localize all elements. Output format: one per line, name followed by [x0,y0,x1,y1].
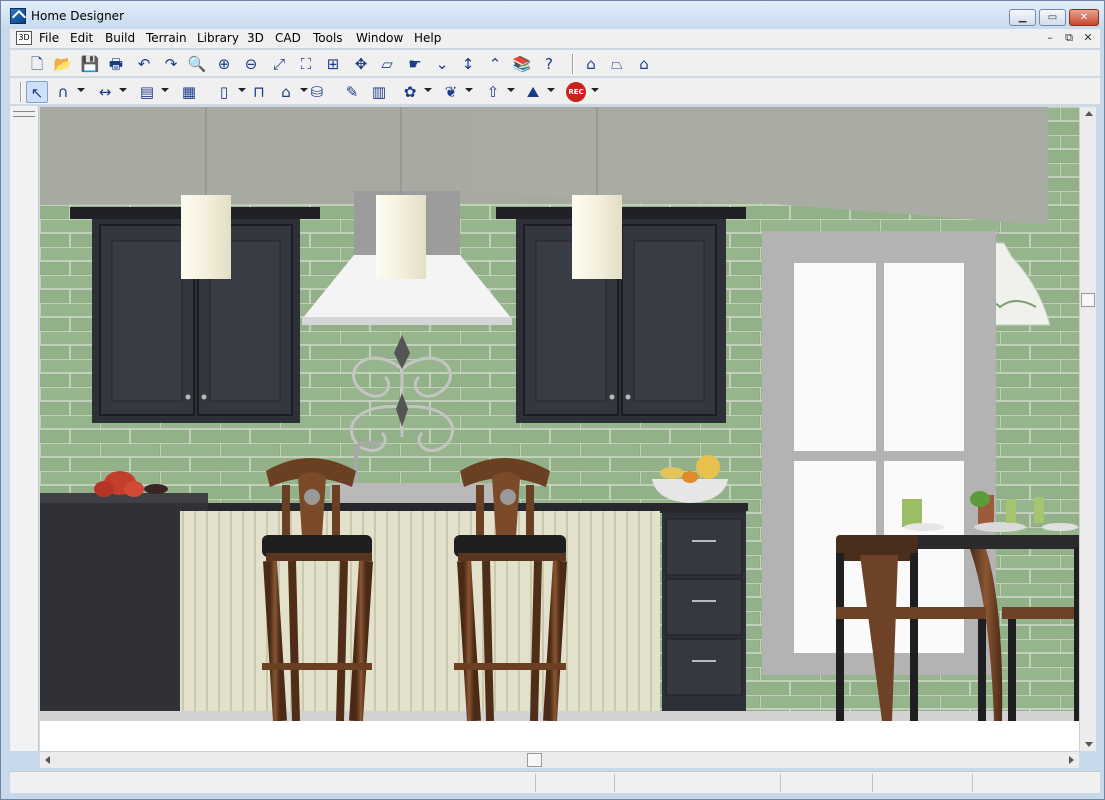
standard-toolbar: 🗋 📂 💾 🖶 ↶ ↷ 🔍 ⊕ ⊖ ⤢ ⛶ ⊞ ✥ ▱ ☛ ⌄ ↕ ⌃ 📚? ⌂ ⏢ ⌂ [10,50,1100,77]
zoom-out-icon[interactable]: ⊖ [240,53,262,75]
view-bottom-margin [40,721,1079,751]
menu-window[interactable]: Window [356,31,403,45]
doc-minimize-button[interactable]: – [1041,30,1059,47]
draw-wall-icon[interactable]: ∩ [52,81,74,103]
menu-cad[interactable]: CAD [275,31,301,45]
dimension-icon[interactable]: ↔ [94,81,116,103]
print-icon[interactable]: 🖶 [105,53,127,75]
arrow-up-icon[interactable]: ⇧ [482,81,504,103]
menu-bar: 3D File Edit Build Terrain Library 3D CA… [10,29,1100,49]
menu-file[interactable]: File [39,31,59,45]
overview-icon[interactable]: ⏢ [606,53,628,75]
scroll-right-arrow-icon[interactable] [1069,756,1074,764]
vertical-scrollbar[interactable] [1079,107,1096,751]
save-icon[interactable]: 💾 [79,53,101,75]
menu-edit[interactable]: Edit [70,31,93,45]
status-pane [535,774,536,792]
pan-icon[interactable]: ✥ [350,53,372,75]
height-icon[interactable]: ↕ [457,53,479,75]
horizontal-scroll-thumb[interactable] [527,753,542,767]
zoom-box-icon[interactable]: ⤢ [268,53,290,75]
chevron-down-icon[interactable] [161,88,169,92]
open-folder-icon[interactable]: 📂 [52,53,74,75]
ruler-panel [10,106,39,751]
menu-3d[interactable]: 3D [247,31,264,45]
horizontal-scrollbar[interactable] [40,751,1079,768]
help-icon[interactable]: ? [538,53,560,75]
zoom-in-icon[interactable]: ⊕ [213,53,235,75]
status-pane [872,774,873,792]
scroll-left-arrow-icon[interactable] [45,756,50,764]
close-button[interactable]: ✕ [1069,9,1099,26]
chevron-down-icon[interactable] [465,88,473,92]
kitchen-render [40,107,1079,721]
eyedropper-icon[interactable]: ✎ [341,81,363,103]
menu-terrain[interactable]: Terrain [146,31,187,45]
select-pointer-icon[interactable]: ↖ [26,81,48,103]
new-icon[interactable]: 🗋 [26,53,48,75]
app-logo-icon [10,8,26,24]
document-menu-icon[interactable]: 3D [16,31,32,45]
plant-icon[interactable]: ❦ [440,81,462,103]
hand-icon[interactable]: ☛ [404,53,426,75]
title-bar[interactable]: Home Designer ▁ ▭ ✕ [1,1,1104,29]
roof-icon[interactable]: ⌂ [275,81,297,103]
paint-bucket-icon[interactable]: ⛁ [306,81,328,103]
menu-help[interactable]: Help [414,31,441,45]
doc-close-button[interactable]: ✕ [1079,30,1097,47]
status-pane [780,774,781,792]
floor-plan-icon[interactable]: ⌂ [633,53,655,75]
chevron-down-icon[interactable] [119,88,127,92]
build-toolbar: ↖ ∩ ↔ ▤ ▦ ▯ ⊓ ⌂ ⛁ ✎ ▥ ✿ ❦ ⇧ ⛰ REC [10,78,1100,105]
status-pane [972,774,973,792]
app-window: Home Designer ▁ ▭ ✕ 3D File Edit Build T… [0,0,1105,800]
chevron-down-icon[interactable] [424,88,432,92]
redo-icon[interactable]: ↷ [160,53,182,75]
chevron-down-icon[interactable] [591,88,599,92]
down-chevron-icon[interactable]: ⌄ [431,53,453,75]
zoom-icon[interactable]: 🔍 [186,53,208,75]
fireplace-icon[interactable]: ▦ [178,81,200,103]
chevron-down-icon[interactable] [238,88,246,92]
fixture-icon[interactable]: ✿ [399,81,421,103]
door-icon[interactable]: ▯ [213,81,235,103]
fill-window-icon[interactable]: ⛶ [295,53,317,75]
doc-restore-button[interactable]: ⧉ [1060,30,1078,47]
terrain-icon[interactable]: ⛰ [522,81,544,103]
material-icon[interactable]: ▥ [368,81,390,103]
vertical-scroll-thumb[interactable] [1081,293,1095,307]
minimize-button[interactable]: ▁ [1009,9,1036,26]
menu-build[interactable]: Build [105,31,135,45]
menu-tools[interactable]: Tools [313,31,343,45]
camera-view-icon[interactable]: ⌂ [580,53,602,75]
library-books-icon[interactable]: 📚 [511,53,533,75]
menu-library[interactable]: Library [197,31,239,45]
undo-icon[interactable]: ↶ [133,53,155,75]
cabinet-icon[interactable]: ▤ [136,81,158,103]
scroll-down-arrow-icon[interactable] [1085,742,1093,747]
fit-all-icon[interactable]: ⊞ [322,53,344,75]
scroll-up-arrow-icon[interactable] [1085,111,1093,116]
chevron-down-icon[interactable] [507,88,515,92]
up-chevron-icon[interactable]: ⌃ [484,53,506,75]
toolbar-separator [20,82,22,102]
layer-icon[interactable]: ▱ [376,53,398,75]
chevron-down-icon[interactable] [77,88,85,92]
record-icon[interactable]: REC [566,82,586,102]
status-pane [614,774,615,792]
ruler-grip[interactable] [13,111,35,117]
maximize-button[interactable]: ▭ [1039,9,1066,26]
chevron-down-icon[interactable] [547,88,555,92]
stairs-icon[interactable]: ⊓ [248,81,270,103]
3d-camera-view[interactable] [40,107,1079,721]
status-bar [10,771,1100,793]
window-title: Home Designer [31,9,124,23]
toolbar-separator [572,54,574,74]
